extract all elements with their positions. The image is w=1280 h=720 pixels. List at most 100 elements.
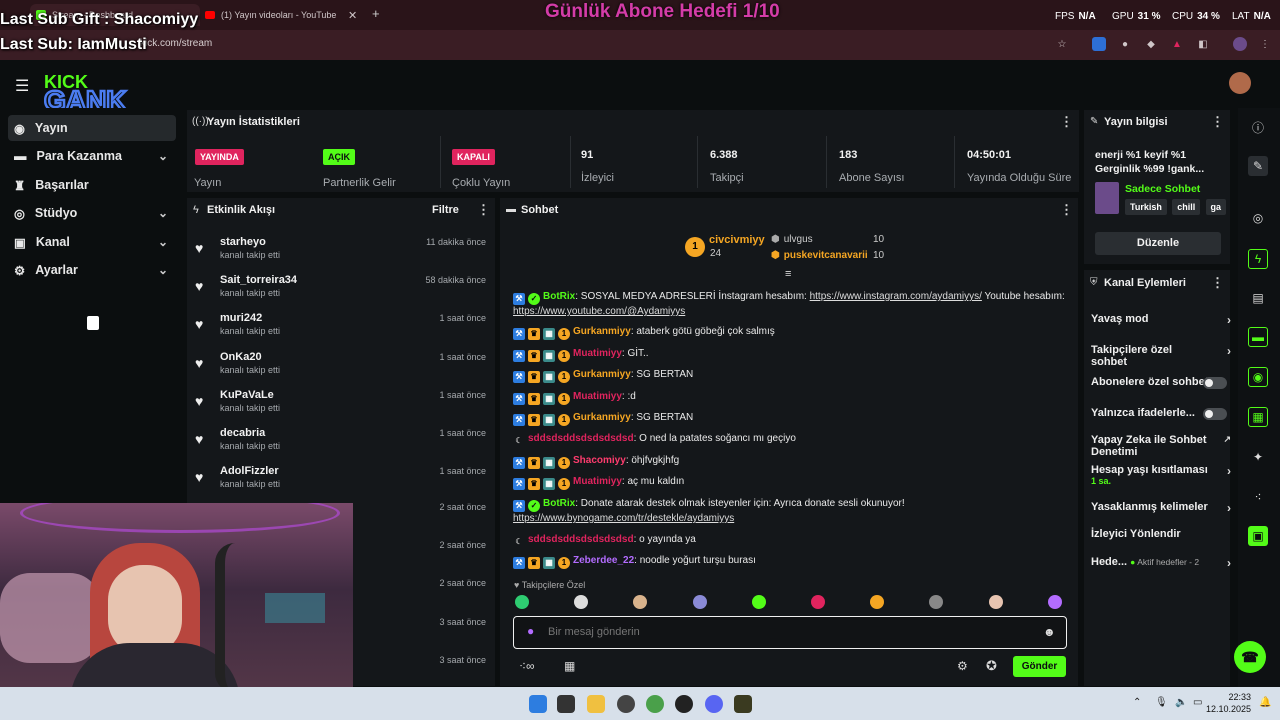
activity-menu-icon[interactable]: ⋮ [477,202,490,218]
app-icon[interactable] [734,695,752,713]
close-tab-icon[interactable]: ✕ [348,9,357,22]
kick-logo[interactable]: KICK GANK [43,72,184,117]
support-chat-icon[interactable]: ☎ [1234,641,1266,673]
chrome-icon[interactable] [646,695,664,713]
profile-avatar-icon[interactable] [1233,37,1247,51]
start-menu-icon[interactable] [529,695,547,713]
tag-chip[interactable]: ga [1205,199,1227,215]
extension-icon[interactable]: ● [1118,37,1132,51]
tag-chip[interactable]: chill [1172,199,1201,215]
channel-action-item[interactable]: İzleyici Yönlendir [1091,528,1231,540]
stats-icon[interactable]: ▦ [1248,407,1268,427]
chat-username[interactable]: Zeberdee_22 [573,555,634,566]
activity-item[interactable]: ♥ starheyo kanalı takip etti 11 dakika önce [195,236,490,270]
speaker-icon[interactable]: 🔈 [1175,697,1187,708]
channel-action-item[interactable]: Yalnızca ifadelerle... [1091,407,1231,420]
sidebar-item-yayin[interactable]: ◉ Yayın [8,115,176,141]
obs-icon[interactable] [617,695,635,713]
task-view-icon[interactable] [557,695,575,713]
extension-icon[interactable]: ◆ [1144,37,1158,51]
store-icon[interactable]: ▦ [564,659,575,673]
emote-icon[interactable] [811,595,825,609]
file-explorer-icon[interactable] [587,695,605,713]
activity-item[interactable]: ♥ KuPaVaLe kanalı takip etti 1 saat önce [195,389,490,423]
apps-icon[interactable]: ⁖ [1248,487,1268,507]
user-avatar[interactable] [1229,72,1251,94]
channel-action-item[interactable]: Abonelere özel sohbet [1091,376,1231,389]
info-icon[interactable]: ⓘ [1248,117,1268,137]
chat-menu-icon[interactable]: ⋮ [1060,202,1073,218]
chat-username[interactable]: Shacomiyy [573,455,626,466]
kick-app-icon[interactable]: ▣ [1248,526,1268,546]
channel-action-item[interactable]: Takipçilere özel sohbet › [1091,344,1231,368]
category-name[interactable]: Sadece Sohbet [1125,183,1200,195]
channel-action-item[interactable]: Yapay Zeka ile Sohbet Denetimi ↗ [1091,434,1231,458]
chat-username[interactable]: Gurkanmiyy [573,369,631,380]
toggle-switch[interactable] [1203,377,1227,389]
emote-icon[interactable] [751,595,766,609]
chat-link[interactable]: https://www.instagram.com/aydamiyys/ [810,291,982,302]
chat-username[interactable]: Muatimiyy [573,476,622,487]
chat-username[interactable]: Gurkanmiyy [573,326,631,337]
notification-icon[interactable]: 🔔 [1259,697,1271,708]
sidebar-item-kanal[interactable]: ▣ Kanal ⌄ [8,229,176,255]
target-icon[interactable]: ◎ [1248,208,1268,228]
activity-item[interactable]: ♥ muri242 kanalı takip etti 1 saat önce [195,312,490,346]
sidebar-item-ayarlar[interactable]: ⚙ Ayarlar ⌄ [8,257,176,283]
url-field[interactable]: kick.com/stream [140,38,212,49]
activity-item[interactable]: ♥ Sait_torreira34 kanalı takip etti 58 daki… [195,274,490,308]
chat-username[interactable]: sddsdsddsdsdsdsdsd [528,433,634,444]
badge-icon[interactable]: ✪ [986,658,997,674]
emoji-icon[interactable]: ☻ [1043,625,1056,639]
network-icon[interactable]: ▭ [1193,697,1202,708]
discord-icon[interactable] [705,695,723,713]
top-gifter-name[interactable]: civcivmiyy [709,234,765,246]
expand-chevron-icon[interactable]: ≡ [785,268,791,280]
browser-menu-icon[interactable]: ⋮ [1258,37,1272,51]
edit-stream-info-button[interactable]: Düzenle [1095,232,1221,255]
lightning-icon[interactable]: ϟ [1248,249,1268,269]
channel-action-item[interactable]: Yasaklanmış kelimeler › [1091,501,1231,515]
toggle-switch[interactable] [1203,408,1227,420]
app-icon[interactable] [675,695,693,713]
broadcast-icon[interactable]: ◉ [1248,367,1268,387]
microphone-icon[interactable]: ● [527,624,534,638]
edit-icon[interactable]: ✎ [1248,156,1268,176]
channel-action-item[interactable]: Hesap yaşı kısıtlaması 1 sa. › [1091,464,1231,486]
stats-menu-icon[interactable]: ⋮ [1060,114,1073,130]
channel-action-item[interactable]: Hede... ● Aktif hedefler - 2 › [1091,556,1231,570]
chat-username[interactable]: Muatimiyy [573,348,622,359]
chat-link[interactable]: https://www.bynogame.com/tr/destekle/ayd… [513,513,734,524]
microphone-icon[interactable]: 🎙 [1155,697,1168,708]
chat-settings-icon[interactable]: ⚙ [957,659,968,673]
emote-icon[interactable] [988,595,1003,609]
send-button[interactable]: Gönder [1013,656,1066,677]
chat-username[interactable]: Muatimiyy [573,391,622,402]
stream-info-menu-icon[interactable]: ⋮ [1211,114,1224,130]
extension-icon[interactable]: ▲ [1170,37,1184,51]
chat-tools-icon[interactable]: ⁖∞ [519,659,535,673]
emote-icon[interactable] [692,595,707,609]
chat-username[interactable]: BotRix [543,498,575,509]
tag-chip[interactable]: Turkish [1125,199,1167,215]
browser-tab-youtube[interactable]: (1) Yayın videoları - YouTube ✕ [205,4,365,26]
chat-username[interactable]: BotRix [543,291,575,302]
wrench-icon[interactable]: ✦ [1248,447,1268,467]
document-icon[interactable]: ▤ [1248,288,1268,308]
extension-icon[interactable] [1092,37,1106,51]
bookmark-star-icon[interactable]: ☆ [1055,37,1069,51]
emote-icon[interactable] [515,595,529,609]
sidebar-item-studyo[interactable]: ◎ Stüdyo ⌄ [8,200,176,226]
activity-item[interactable]: ♥ AdolFizzler kanalı takip etti 1 saat önce [195,465,490,499]
activity-item[interactable]: ♥ decabria kanalı takip etti 1 saat önce [195,427,490,461]
hamburger-menu-icon[interactable]: ☰ [15,76,29,96]
chat-bubble-icon[interactable]: ▬ [1248,327,1268,347]
emote-icon[interactable] [1047,595,1062,609]
chat-link[interactable]: https://www.youtube.com/@Aydamiyys [513,306,685,317]
sidebar-item-basarilar[interactable]: ♜ Başarılar [8,172,176,198]
new-tab-icon[interactable]: + [372,6,380,21]
channel-action-item[interactable]: Yavaş mod › [1091,313,1231,327]
filter-button[interactable]: Filtre [432,204,459,216]
channel-actions-menu-icon[interactable]: ⋮ [1211,275,1224,291]
extensions-puzzle-icon[interactable]: ◧ [1196,37,1210,51]
